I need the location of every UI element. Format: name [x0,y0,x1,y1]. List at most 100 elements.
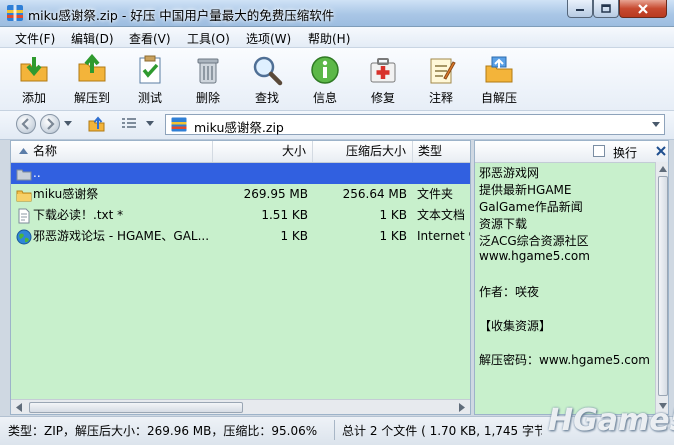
row-type: 文件夹 [417,187,454,201]
row-size: 269.95 MB [243,187,308,201]
file-list[interactable]: 名称 大小 压缩后大小 类型 .. miku感谢祭 269.95 MB 256.… [10,140,471,415]
vertical-scroll-thumb[interactable] [658,176,668,396]
extract-to-label: 解压到 [73,91,110,105]
column-packed[interactable]: 压缩后大小 [313,141,413,162]
menu-view[interactable]: 查看(V) [129,30,171,47]
delete-button[interactable]: 删除 [179,52,237,108]
find-button[interactable]: 查找 [238,52,296,108]
forward-arrow-icon [47,118,55,130]
sfx-label: 自解压 [480,91,517,105]
comment-icon [430,58,456,84]
internet-shortcut-icon [16,229,32,245]
menu-file[interactable]: 文件(F) [15,30,55,47]
sfx-icon [485,56,513,83]
info-icon [311,56,339,84]
menu-options[interactable]: 选项(W) [246,30,291,47]
column-name-label: 名称 [33,144,58,158]
menu-tools[interactable]: 工具(O) [187,30,230,47]
repair-button[interactable]: 修复 [354,52,412,108]
comment-vertical-scrollbar[interactable] [655,162,668,414]
comment-line: 解压密码：www.hgame5.com [479,353,650,367]
column-type-label: 类型 [418,144,443,158]
test-label: 测试 [137,91,162,105]
address-path: miku感谢祭.zip [194,120,284,135]
status-separator [334,420,335,440]
table-row-text-file[interactable]: 下载必读！.txt * 1.51 KB 1 KB 文本文档 [11,205,470,226]
horizontal-scroll-thumb[interactable] [29,402,243,413]
forward-button[interactable] [40,114,60,134]
comment-line: 【收集资源】 [479,319,552,333]
test-button[interactable]: 测试 [121,52,179,108]
address-dropdown-icon[interactable] [652,122,660,128]
row-size: 1.51 KB [261,208,308,222]
status-archive-info: 类型：ZIP，解压后大小：269.96 MB，压缩比：95.06% [8,424,318,438]
row-name: .. [33,166,41,180]
wrap-checkbox[interactable] [593,145,605,157]
file-list-header: 名称 大小 压缩后大小 类型 [11,141,470,163]
row-name: 下载必读！.txt * [33,208,124,222]
comment-label: 注释 [428,91,453,105]
comment-button[interactable]: 注释 [412,52,470,108]
maximize-button[interactable] [593,0,619,18]
delete-label: 删除 [195,91,220,105]
haozip-app-icon[interactable] [6,4,24,22]
back-button[interactable] [16,114,36,134]
repair-label: 修复 [370,91,395,105]
sfx-button[interactable]: 自解压 [470,52,528,108]
minimize-icon [576,8,584,11]
comment-line: 资源下载 [479,217,528,231]
back-arrow-icon [21,118,29,130]
column-size[interactable]: 大小 [213,141,313,162]
folder-icon [16,190,32,202]
menu-help[interactable]: 帮助(H) [308,30,350,47]
site-watermark: HGame5.com [548,403,674,438]
row-name: miku感谢祭 [33,187,99,201]
app-window: miku感谢祭.zip - 好压 中国用户量最大的免费压缩软件 文件(F) 编辑… [0,0,674,445]
row-packed: 1 KB [379,208,407,222]
table-row-folder[interactable]: miku感谢祭 269.95 MB 256.64 MB 文件夹 [11,184,470,205]
sort-up-icon [19,148,28,154]
table-row-internet-shortcut[interactable]: 邪恶游戏论坛 - HGAME、GAL... 1 KB 1 KB Internet… [11,226,470,247]
comment-panel: 换行 邪恶游戏网 提供最新HGAME GalGame作品新闻 资源下载 泛ACG… [474,140,669,415]
comment-line: 作者：咲夜 [479,285,540,299]
maximize-icon [601,3,611,13]
comment-line: GalGame作品新闻 [479,200,583,214]
row-name: 邪恶游戏论坛 - HGAME、GAL... [33,229,210,243]
comment-line: 泛ACG综合资源社区 [479,234,589,248]
test-icon [139,55,161,84]
scroll-left-icon[interactable] [15,403,23,412]
close-button[interactable] [619,0,667,18]
menu-edit[interactable]: 编辑(D) [71,30,114,47]
row-type: Internet 快捷方式 [417,229,470,243]
comment-line: 邪恶游戏网 [479,166,540,180]
repair-icon [370,58,396,83]
column-packed-label: 压缩后大小 [345,144,406,158]
up-folder-icon[interactable] [88,115,106,133]
minimize-button[interactable] [567,0,593,18]
nav-history-dropdown-icon[interactable] [64,121,72,127]
toolbar: 添加 解压到 测试 删除 查找 信息 修复 注释 自解压 [0,48,674,111]
address-bar: miku感谢祭.zip [0,111,674,140]
add-button[interactable]: 添加 [5,52,63,108]
column-name[interactable]: 名称 [11,141,213,162]
close-icon[interactable] [656,146,666,156]
title-bar[interactable]: miku感谢祭.zip - 好压 中国用户量最大的免费压缩软件 [0,0,674,27]
info-button[interactable]: 信息 [296,52,354,108]
view-mode-icon[interactable] [121,117,137,131]
extract-to-button[interactable]: 解压到 [63,52,121,108]
wrap-label: 换行 [613,146,638,160]
address-field[interactable]: miku感谢祭.zip [165,114,665,135]
view-mode-dropdown-icon[interactable] [146,121,154,127]
add-icon [20,57,48,82]
horizontal-scrollbar[interactable] [11,399,470,414]
add-label: 添加 [21,91,46,105]
delete-icon [197,58,219,84]
table-row-parent[interactable]: .. [11,163,470,184]
scroll-right-icon[interactable] [458,403,466,412]
scroll-up-icon[interactable] [659,165,667,172]
extract-icon [78,54,106,82]
close-icon [638,3,648,14]
column-size-label: 大小 [281,144,306,158]
comment-line: 提供最新HGAME [479,183,572,197]
column-type[interactable]: 类型 [413,141,470,162]
